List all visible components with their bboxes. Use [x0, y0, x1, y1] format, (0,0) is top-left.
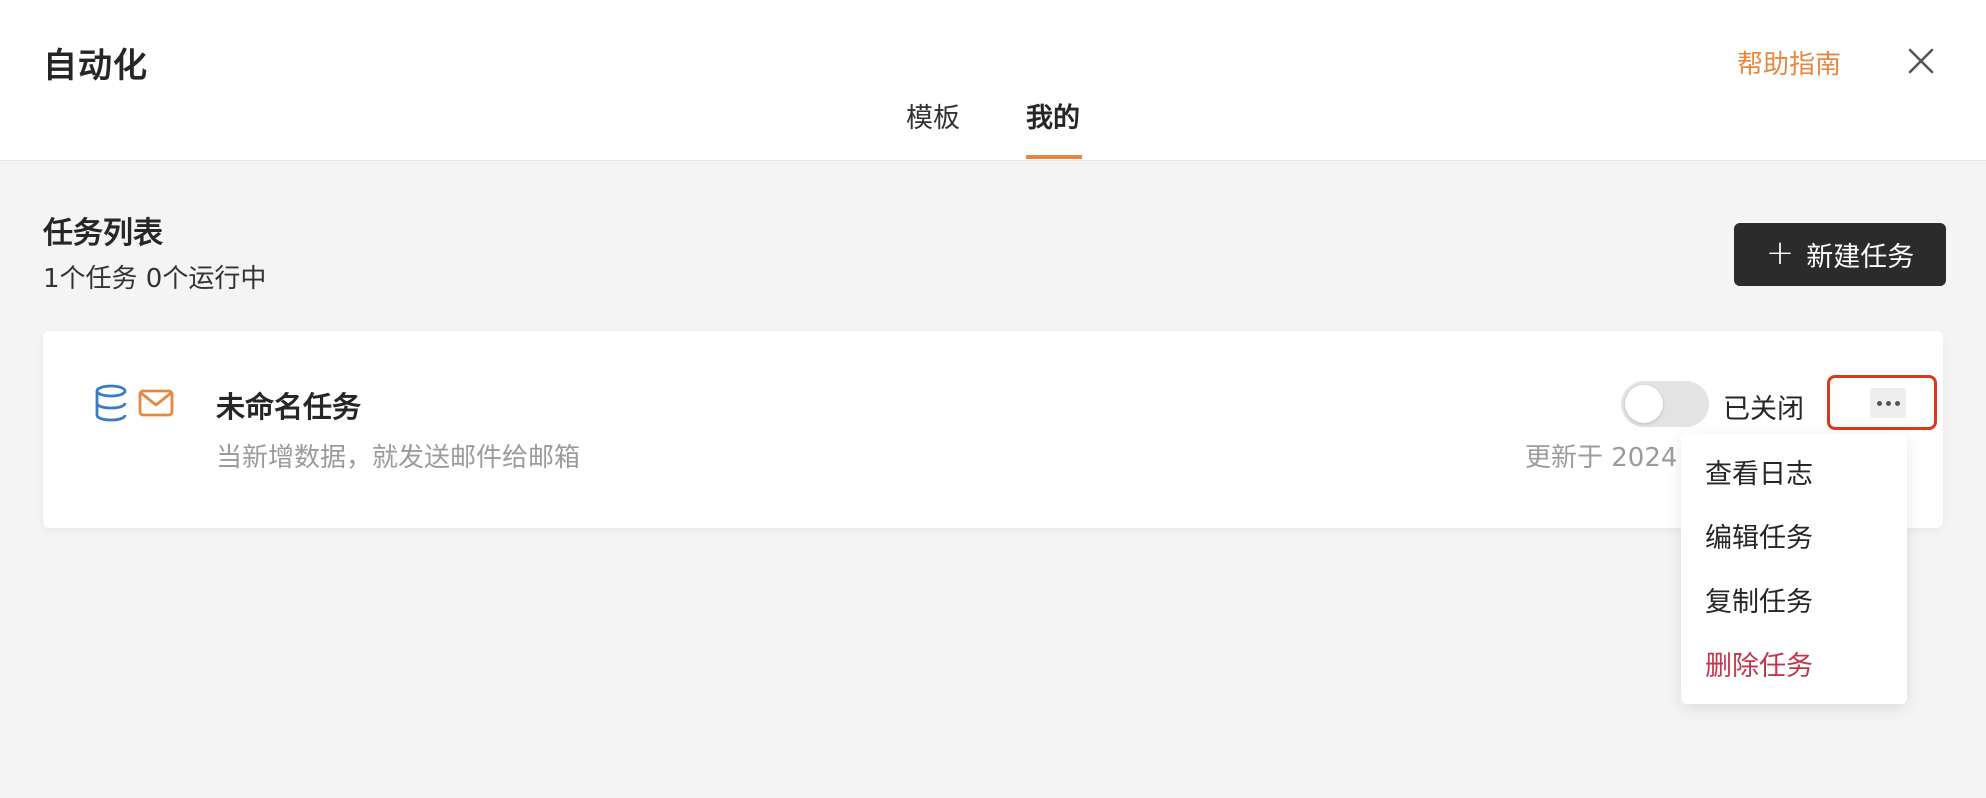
task-name: 未命名任务 [216, 390, 362, 424]
task-icons [94, 384, 174, 422]
menu-item-view-log[interactable]: 查看日志 [1705, 452, 1813, 491]
task-actions-menu: 查看日志 编辑任务 复制任务 删除任务 [1681, 434, 1907, 704]
task-list-summary: 1个任务 0个运行中 [43, 264, 267, 294]
header: 自动化 帮助指南 模板 我的 [0, 0, 1986, 161]
new-task-button[interactable]: + 新建任务 [1734, 223, 1946, 286]
menu-item-edit-task[interactable]: 编辑任务 [1705, 516, 1813, 555]
menu-item-copy-task[interactable]: 复制任务 [1705, 580, 1813, 619]
updated-time: 更新于 2024 [1525, 443, 1678, 473]
task-card[interactable]: 未命名任务 当新增数据，就发送邮件给邮箱 已关闭 更新于 2024 [43, 331, 1943, 528]
tab-templates[interactable]: 模板 [906, 96, 960, 135]
page-title: 自动化 [43, 46, 148, 86]
toggle-knob [1625, 385, 1663, 423]
task-list-title: 任务列表 [43, 216, 163, 251]
task-status-label: 已关闭 [1723, 394, 1804, 425]
plus-icon: + [1765, 233, 1795, 273]
more-button[interactable] [1827, 375, 1937, 430]
database-icon [95, 384, 127, 422]
task-toggle[interactable] [1621, 381, 1709, 427]
more-icon [1870, 388, 1906, 418]
close-icon [1908, 48, 1934, 74]
close-button[interactable] [1904, 44, 1938, 78]
active-tab-indicator [1026, 155, 1082, 159]
new-task-label: 新建任务 [1806, 242, 1915, 273]
menu-item-delete-task[interactable]: 删除任务 [1705, 644, 1813, 683]
task-description: 当新增数据，就发送邮件给邮箱 [216, 443, 581, 473]
tab-bar: 模板 我的 [0, 96, 1986, 161]
tab-mine[interactable]: 我的 [1026, 96, 1080, 135]
help-guide-link[interactable]: 帮助指南 [1737, 44, 1841, 81]
mail-icon [138, 389, 174, 417]
